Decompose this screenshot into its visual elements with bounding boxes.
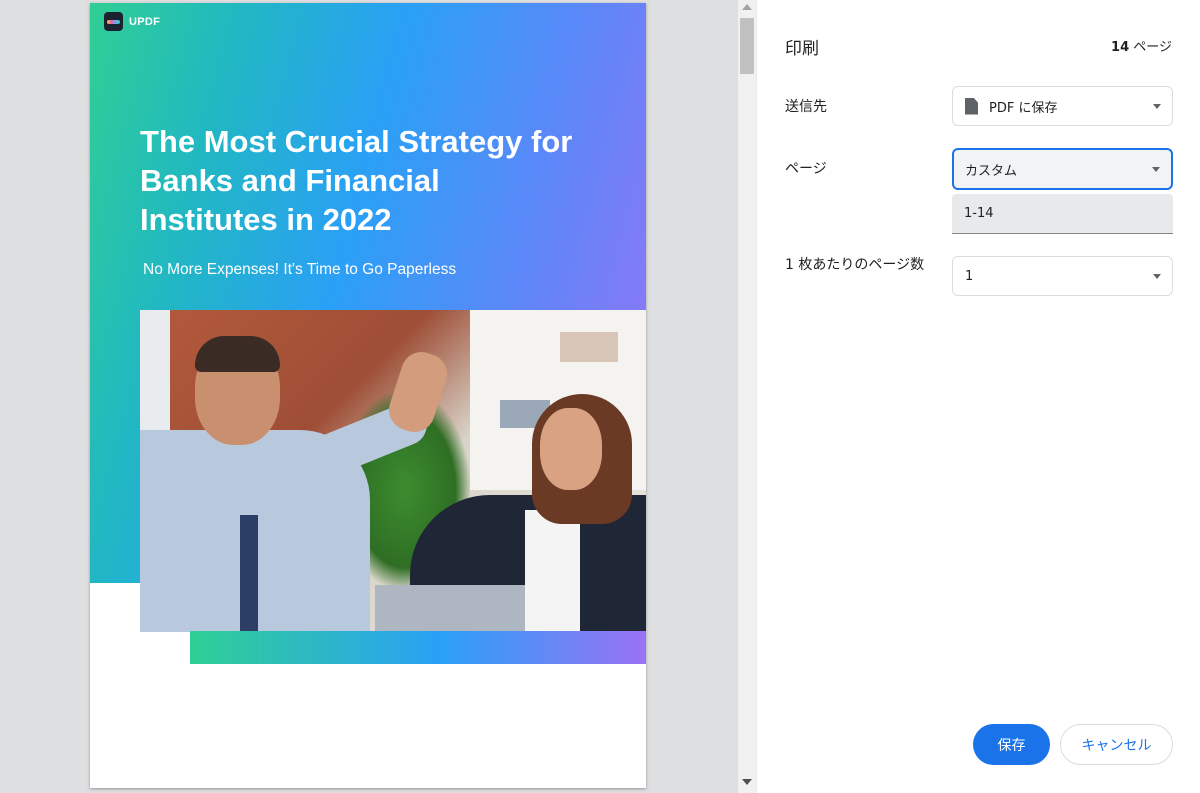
scroll-down-icon[interactable] — [742, 779, 752, 785]
cover-stripe — [190, 631, 646, 664]
document-subtitle: No More Expenses! It's Time to Go Paperl… — [143, 261, 457, 278]
print-settings-panel: 印刷 14 ページ 送信先 PDF に保存 ページ カスタム 1-14 1 枚あ… — [756, 0, 1200, 793]
panel-title: 印刷 — [785, 39, 819, 59]
brand: UPDF — [104, 12, 160, 31]
print-preview-area: UPDF The Most Crucial Strategy for Banks… — [0, 0, 738, 793]
pages-label: ページ — [785, 161, 827, 177]
preview-page: UPDF The Most Crucial Strategy for Banks… — [90, 3, 646, 788]
destination-select[interactable]: PDF に保存 — [952, 86, 1173, 126]
document-title: The Most Crucial Strategy for Banks and … — [140, 124, 573, 237]
pages-per-sheet-select[interactable]: 1 — [952, 256, 1173, 296]
cancel-button[interactable]: キャンセル — [1060, 724, 1173, 765]
page-count: 14 ページ — [1111, 40, 1172, 55]
preview-scrollbar[interactable] — [738, 0, 756, 793]
pages-value: カスタム — [965, 163, 1018, 179]
chevron-down-icon — [1153, 274, 1161, 279]
destination-label: 送信先 — [785, 99, 827, 115]
cover-photo — [140, 310, 646, 632]
scroll-up-icon[interactable] — [742, 4, 752, 10]
page-range-input[interactable]: 1-14 — [952, 194, 1173, 234]
destination-value: PDF に保存 — [989, 100, 1058, 116]
brand-name: UPDF — [129, 15, 161, 28]
scroll-thumb[interactable] — [740, 18, 754, 74]
pages-select[interactable]: カスタム — [952, 148, 1173, 190]
save-button[interactable]: 保存 — [973, 724, 1050, 765]
chevron-down-icon — [1153, 104, 1161, 109]
pages-per-sheet-label: 1 枚あたりのページ数 — [785, 257, 925, 273]
pages-per-sheet-value: 1 — [965, 268, 974, 284]
chevron-down-icon — [1152, 167, 1160, 172]
file-icon — [965, 97, 978, 115]
updf-logo-icon — [104, 12, 123, 31]
